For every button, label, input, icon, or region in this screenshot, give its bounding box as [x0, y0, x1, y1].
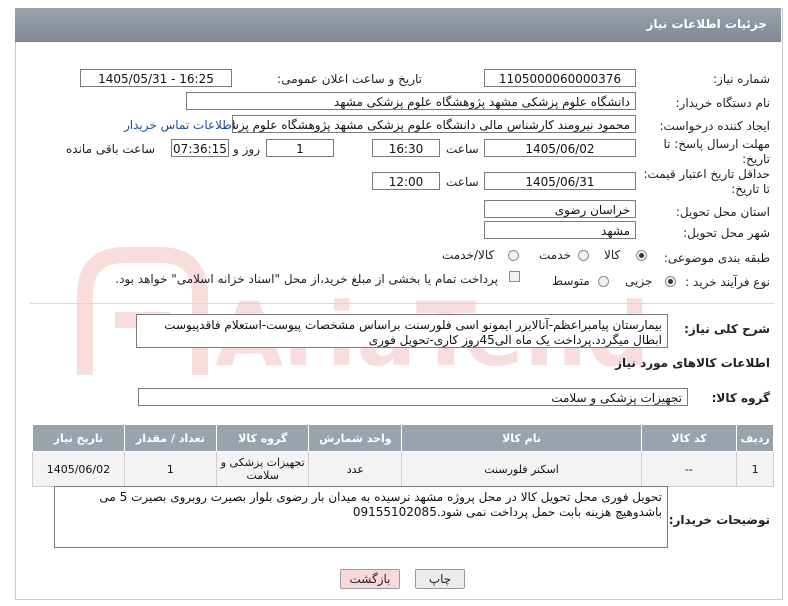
province-field: خراسان رضوی	[484, 200, 636, 218]
days-remaining-field: 1	[266, 139, 334, 157]
cell-qty: 1	[123, 451, 217, 487]
reply-deadline-label: مهلت ارسال پاسخ: تا	[663, 137, 770, 151]
announce-field: 1405/05/31 - 16:25	[80, 69, 232, 87]
back-button[interactable]: بازگشت	[340, 569, 400, 589]
cell-row: 1	[736, 451, 774, 487]
items-table-header: ردیف کد کالا نام کالا واحد شمارش گروه کا…	[32, 424, 774, 452]
category-goods-radio[interactable]	[636, 250, 647, 261]
remaining-time-field: 07:36:15	[171, 139, 229, 157]
cell-unit: عدد	[308, 451, 403, 487]
requester-field: محمود نیرومند کارشناس مالی دانشگاه علوم …	[232, 115, 636, 133]
buyer-notes-label: توضیحات خریدار:	[668, 513, 770, 527]
reply-time-field: 16:30	[372, 139, 440, 157]
page-title: جزئیات اطلاعات نیاز	[646, 17, 767, 31]
description-label: شرح کلی نیاز:	[684, 322, 770, 336]
reply-date-field: 1405/06/02	[484, 139, 636, 157]
category-goods-service-label: کالا/خدمت	[442, 248, 495, 262]
process-medium-label: متوسط	[552, 274, 590, 288]
remaining-time-label: ساعت باقی مانده	[66, 142, 156, 156]
category-goods-label: کالا	[604, 248, 621, 262]
col-date: تاریخ نیاز	[32, 424, 125, 452]
process-medium-radio[interactable]	[598, 276, 609, 287]
days-label: روز و	[233, 142, 260, 156]
category-service-radio[interactable]	[578, 250, 589, 261]
price-time-label: ساعت	[446, 175, 479, 189]
table-row: 1 -- اسکنر فلورسنت عدد تجهیزات پزشکی و س…	[32, 451, 774, 487]
announce-label: تاریخ و ساعت اعلان عمومی:	[277, 72, 422, 86]
col-name: نام کالا	[401, 424, 642, 452]
reply-deadline-label-date: تاریخ:	[742, 152, 770, 166]
cell-name: اسکنر فلورسنت	[401, 451, 642, 487]
process-label: نوع فرآیند خرید :	[685, 275, 770, 289]
price-date-field: 1405/06/31	[484, 172, 636, 190]
items-table: ردیف کد کالا نام کالا واحد شمارش گروه کا…	[32, 424, 774, 487]
print-button[interactable]: چاپ	[415, 569, 465, 589]
city-field: مشهد	[484, 221, 636, 239]
goods-info-title: اطلاعات کالاهای مورد نیاز	[615, 356, 770, 370]
section-divider	[30, 303, 774, 304]
description-field: بیمارستان پیامبراعظم-آنالایزر ایمونو اسی…	[136, 314, 668, 348]
price-validity-label-date: تا تاریخ:	[731, 182, 770, 196]
need-number-label: شماره نیاز:	[713, 72, 770, 86]
col-unit: واحد شمارش	[308, 424, 403, 452]
province-label: استان محل تحویل:	[675, 205, 770, 219]
col-code: کد کالا	[640, 424, 738, 452]
city-label: شهر محل تحویل:	[683, 226, 770, 240]
col-qty: تعداد / مقدار	[123, 424, 217, 452]
cell-date: 1405/06/02	[32, 451, 125, 487]
category-service-label: خدمت	[539, 248, 571, 262]
buyer-contact-link[interactable]: اطلاعات تماس خریدار	[124, 118, 235, 132]
requester-label: ایجاد کننده درخواست:	[659, 119, 770, 133]
price-validity-label: حداقل تاریخ اعتبار قیمت:	[643, 167, 770, 181]
buyer-org-label: نام دستگاه خریدار:	[675, 96, 771, 110]
treasury-payment-note: پرداخت تمام یا بخشی از مبلغ خرید،از محل …	[115, 272, 498, 286]
process-minor-radio[interactable]	[665, 276, 676, 287]
category-label: طبقه بندی موضوعی:	[663, 251, 770, 265]
buyer-org-field: دانشگاه علوم پزشکی مشهد پژوهشگاه علوم پز…	[186, 92, 636, 110]
reply-time-label: ساعت	[446, 142, 479, 156]
cell-group: تجهیزات پزشکی و سلامت	[215, 451, 310, 487]
col-row: ردیف	[736, 424, 774, 452]
page-header: جزئیات اطلاعات نیاز	[15, 8, 781, 42]
process-minor-label: جزیی	[625, 274, 653, 288]
buyer-notes-field: تحویل فوری محل تحویل کالا در محل پروژه م…	[54, 486, 668, 548]
goods-group-label: گروه کالا:	[711, 391, 770, 405]
cell-code: --	[640, 451, 738, 487]
treasury-payment-checkbox[interactable]	[509, 271, 520, 282]
category-goods-service-radio[interactable]	[508, 250, 519, 261]
price-time-field: 12:00	[372, 172, 440, 190]
need-number-field: 1105000060000376	[484, 69, 636, 87]
col-group: گروه کالا	[215, 424, 310, 452]
goods-group-field: تجهیزات پزشکی و سلامت	[138, 388, 688, 406]
